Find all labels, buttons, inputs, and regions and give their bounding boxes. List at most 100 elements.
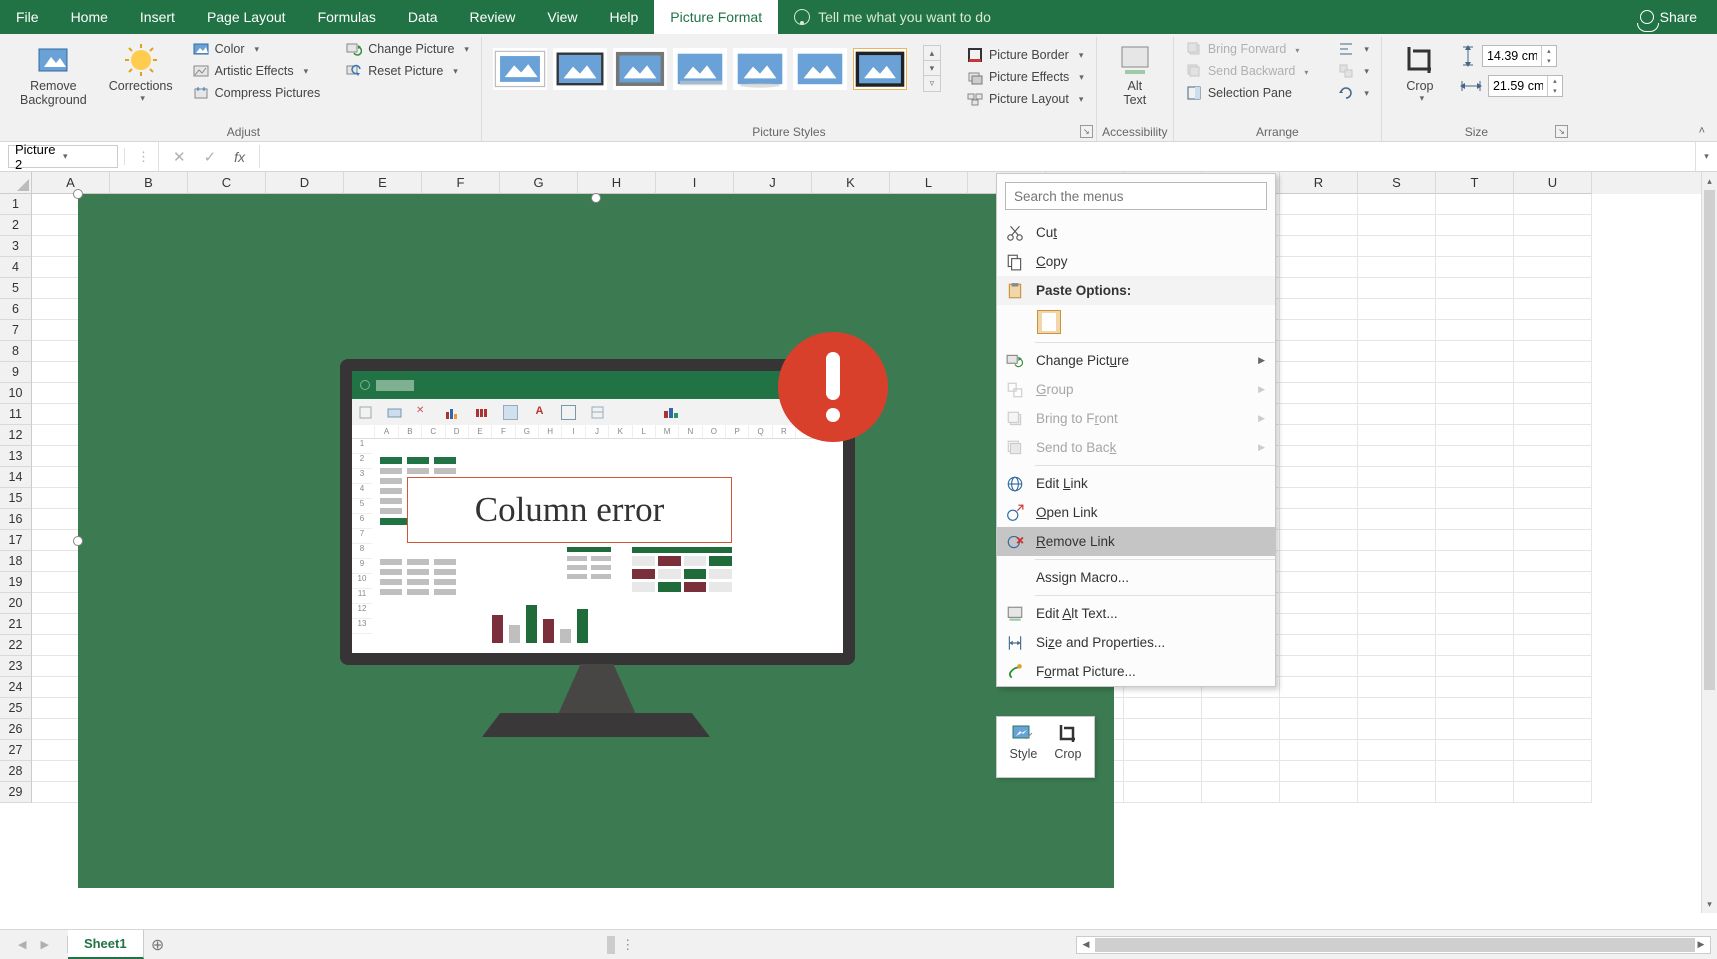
sheet-tab-1[interactable]: Sheet1 bbox=[68, 930, 144, 959]
column-headers[interactable]: ABCDEFGHIJKLPQRSTU bbox=[32, 172, 1701, 194]
ctx-send-to-back: Send to Back ▶ bbox=[997, 433, 1275, 462]
mini-style-button[interactable]: Style bbox=[1010, 723, 1038, 775]
tab-picture-format[interactable]: Picture Format bbox=[654, 0, 778, 34]
name-box-dropdown-icon[interactable]: ▾ bbox=[63, 151, 111, 162]
change-picture-button[interactable]: Change Picture bbox=[342, 39, 473, 59]
scroll-up-icon[interactable]: ▴ bbox=[1702, 172, 1717, 190]
vertical-scrollbar[interactable]: ▴ ▾ bbox=[1701, 172, 1717, 913]
compress-pictures-button[interactable]: Compress Pictures bbox=[189, 83, 325, 103]
submenu-arrow-icon: ▶ bbox=[1258, 384, 1265, 395]
ctx-format-picture-label: Format Picture... bbox=[1036, 664, 1136, 679]
fx-expand-icon[interactable]: ▾ bbox=[1695, 142, 1717, 171]
collapse-ribbon-icon[interactable]: ˄ bbox=[1699, 125, 1705, 137]
select-all-cell[interactable] bbox=[0, 172, 32, 194]
picture-error-text: Column error bbox=[407, 477, 732, 543]
corrections-button[interactable]: Corrections bbox=[103, 39, 179, 112]
ctx-search-input[interactable] bbox=[1005, 182, 1267, 210]
picture-styles-launcher[interactable]: ↘ bbox=[1080, 125, 1093, 138]
scroll-down-icon[interactable]: ▾ bbox=[1702, 895, 1717, 913]
remove-background-button[interactable]: Remove Background bbox=[14, 39, 93, 112]
artistic-effects-button[interactable]: Artistic Effects bbox=[189, 61, 325, 81]
height-input[interactable] bbox=[1483, 49, 1541, 63]
row-headers[interactable]: 1234567891011121314151617181920212223242… bbox=[0, 194, 32, 803]
ctx-open-link[interactable]: Open Link bbox=[997, 498, 1275, 527]
horizontal-scrollbar[interactable]: ◀ ▶ bbox=[1076, 936, 1711, 954]
ctx-size-properties[interactable]: Size and Properties... bbox=[997, 628, 1275, 657]
reset-picture-button[interactable]: Reset Picture bbox=[342, 61, 473, 81]
gallery-more-icon[interactable]: ▿ bbox=[924, 76, 940, 91]
picture-border-button[interactable]: Picture Border bbox=[963, 45, 1088, 65]
tab-insert[interactable]: Insert bbox=[124, 0, 191, 34]
ctx-edit-alt-text[interactable]: Edit Alt Text... bbox=[997, 599, 1275, 628]
resize-handle-w[interactable] bbox=[73, 536, 83, 546]
tab-help[interactable]: Help bbox=[594, 0, 655, 34]
tab-home[interactable]: Home bbox=[55, 0, 124, 34]
ctx-search[interactable] bbox=[1005, 182, 1267, 210]
picture-styles-nav[interactable]: ▴ ▾ ▿ bbox=[923, 45, 941, 92]
crop-icon bbox=[1403, 43, 1437, 77]
formula-bar: Picture 2 ▾ ⋮ ✕ ✓ fx ▾ bbox=[0, 142, 1717, 172]
mini-crop-button[interactable]: Crop bbox=[1054, 723, 1081, 775]
context-menu: Cut Copy Paste Options: Change Picture ▶… bbox=[996, 173, 1276, 687]
share-button[interactable]: Share bbox=[1620, 0, 1717, 34]
picture-layout-button[interactable]: Picture Layout bbox=[963, 89, 1088, 109]
ctx-open-link-label: Open Link bbox=[1036, 505, 1098, 520]
tab-file[interactable]: File bbox=[0, 0, 55, 34]
tab-formulas[interactable]: Formulas bbox=[302, 0, 392, 34]
align-button[interactable] bbox=[1334, 39, 1373, 59]
height-spinner[interactable]: ▴▾ bbox=[1482, 45, 1557, 67]
ctx-paste-option-1[interactable] bbox=[997, 305, 1275, 339]
formula-input[interactable] bbox=[259, 145, 1695, 168]
tab-view[interactable]: View bbox=[531, 0, 593, 34]
hscroll-left-icon[interactable]: ◀ bbox=[1077, 937, 1095, 953]
inserted-picture[interactable]: ✕ A ABCDEFGHIJKLMNOPQRST 123456789101112… bbox=[78, 194, 1114, 888]
resize-handle-nw[interactable] bbox=[73, 189, 83, 199]
mini-style-label: Style bbox=[1010, 747, 1038, 761]
color-button[interactable]: Color bbox=[189, 39, 325, 59]
picture-effects-button[interactable]: Picture Effects bbox=[963, 67, 1088, 87]
crop-button[interactable]: Crop bbox=[1390, 39, 1450, 108]
ctx-format-picture[interactable]: Format Picture... bbox=[997, 657, 1275, 686]
fx-options-icon[interactable]: ⋮ bbox=[129, 149, 158, 165]
ctx-change-picture-label: Change Picture bbox=[1036, 353, 1129, 368]
submenu-arrow-icon: ▶ bbox=[1258, 442, 1265, 453]
fx-icon[interactable]: fx bbox=[234, 149, 245, 165]
ctx-change-picture[interactable]: Change Picture ▶ bbox=[997, 346, 1275, 375]
width-up[interactable]: ▴ bbox=[1548, 76, 1562, 86]
sheet-tab-bar: ◀ ▶ Sheet1 ⊕ ⋮ ◀ ▶ bbox=[0, 929, 1717, 959]
gallery-down-icon[interactable]: ▾ bbox=[924, 61, 940, 76]
sheet-splitter[interactable] bbox=[607, 936, 615, 954]
sheet-nav[interactable]: ◀ ▶ bbox=[0, 938, 67, 951]
hscroll-thumb[interactable] bbox=[1095, 938, 1695, 952]
tab-data[interactable]: Data bbox=[392, 0, 454, 34]
gallery-up-icon[interactable]: ▴ bbox=[924, 46, 940, 61]
ctx-assign-macro[interactable]: Assign Macro... bbox=[997, 563, 1275, 592]
corrections-label: Corrections bbox=[109, 80, 173, 94]
ctx-edit-link[interactable]: Edit Link bbox=[997, 469, 1275, 498]
hscroll-options-icon[interactable]: ⋮ bbox=[621, 937, 640, 953]
alt-text-button[interactable]: Alt Text bbox=[1105, 39, 1165, 112]
height-up[interactable]: ▴ bbox=[1542, 46, 1556, 56]
tab-page-layout[interactable]: Page Layout bbox=[191, 0, 302, 34]
width-spinner[interactable]: ▴▾ bbox=[1488, 75, 1563, 97]
width-input[interactable] bbox=[1489, 79, 1547, 93]
sheet-prev-icon[interactable]: ◀ bbox=[18, 938, 26, 951]
sheet-next-icon[interactable]: ▶ bbox=[40, 938, 48, 951]
tab-review[interactable]: Review bbox=[454, 0, 532, 34]
selection-pane-button[interactable]: Selection Pane bbox=[1182, 83, 1313, 103]
size-launcher[interactable]: ↘ bbox=[1555, 125, 1568, 138]
picture-styles-gallery[interactable] bbox=[490, 45, 910, 93]
name-box[interactable]: Picture 2 ▾ bbox=[8, 145, 118, 168]
ctx-copy[interactable]: Copy bbox=[997, 247, 1275, 276]
tell-me-search[interactable]: Tell me what you want to do bbox=[778, 0, 1007, 34]
vscroll-thumb[interactable] bbox=[1704, 190, 1715, 690]
height-down[interactable]: ▾ bbox=[1542, 56, 1556, 66]
rotate-button[interactable] bbox=[1334, 83, 1373, 103]
rotate-handle[interactable] bbox=[591, 193, 601, 203]
width-down[interactable]: ▾ bbox=[1548, 86, 1562, 96]
picture-mini-toolbar: Style Crop bbox=[996, 716, 1095, 778]
macro-icon bbox=[1006, 569, 1024, 587]
new-sheet-button[interactable]: ⊕ bbox=[144, 931, 172, 959]
ctx-cut[interactable]: Cut bbox=[997, 218, 1275, 247]
ctx-remove-link[interactable]: Remove Link bbox=[997, 527, 1275, 556]
